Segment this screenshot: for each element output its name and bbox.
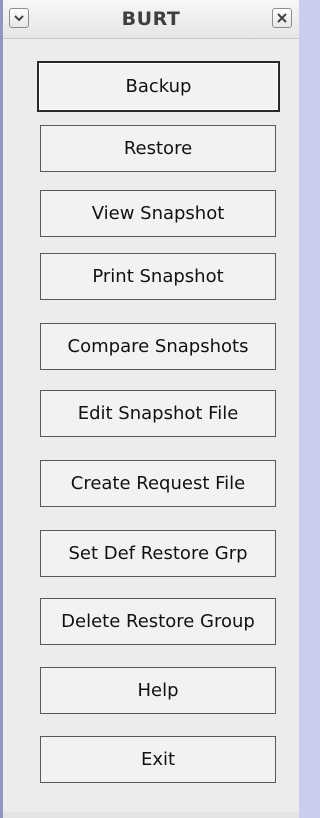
close-icon bbox=[277, 13, 287, 23]
exit-button[interactable]: Exit bbox=[40, 736, 276, 783]
help-button[interactable]: Help bbox=[40, 667, 276, 714]
window-bottom-edge bbox=[3, 812, 299, 818]
title-bar[interactable]: BURT bbox=[3, 0, 299, 39]
delete-restore-group-button[interactable]: Delete Restore Group bbox=[40, 598, 276, 645]
create-request-file-button[interactable]: Create Request File bbox=[40, 460, 276, 507]
print-snapshot-button[interactable]: Print Snapshot bbox=[40, 253, 276, 300]
backup-button[interactable]: Backup bbox=[37, 61, 280, 112]
window-close-button[interactable] bbox=[272, 8, 292, 28]
edit-snapshot-file-button[interactable]: Edit Snapshot File bbox=[40, 390, 276, 437]
compare-snapshots-button[interactable]: Compare Snapshots bbox=[40, 323, 276, 370]
burt-window: BURT Backup Restore View Snapshot Print … bbox=[0, 0, 299, 818]
window-title: BURT bbox=[121, 8, 181, 30]
set-def-restore-grp-button[interactable]: Set Def Restore Grp bbox=[40, 530, 276, 577]
restore-button[interactable]: Restore bbox=[40, 125, 276, 172]
view-snapshot-button[interactable]: View Snapshot bbox=[40, 190, 276, 237]
